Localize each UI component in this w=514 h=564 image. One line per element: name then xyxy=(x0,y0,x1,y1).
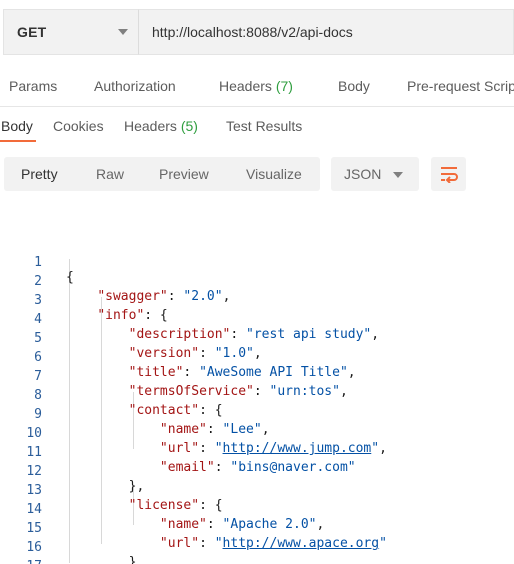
code-line: 14 "name": "Apache 2.0", xyxy=(0,487,514,532)
tab-headers-label: Headers xyxy=(219,78,272,94)
code-line: 1 { xyxy=(0,240,514,285)
format-label: JSON xyxy=(344,166,382,182)
view-pretty-button[interactable]: Pretty xyxy=(21,166,58,182)
code-line: 8 "contact": { xyxy=(0,373,514,418)
response-body-viewer[interactable]: 1 { 2 "swagger": "2.0", 3 "info": { 4 "d… xyxy=(0,240,514,564)
request-bar: GET http://localhost:8088/v2/api-docs xyxy=(3,9,514,55)
wrap-lines-icon xyxy=(440,167,458,183)
tab-headers[interactable]: Headers (7) xyxy=(219,78,293,94)
view-visualize-button[interactable]: Visualize xyxy=(246,166,302,182)
code-line: 2 "swagger": "2.0", xyxy=(0,259,514,304)
active-tab-indicator xyxy=(0,140,36,142)
tab-prerequest-script[interactable]: Pre-request Script xyxy=(407,78,514,94)
code-line: 17 }, xyxy=(0,544,514,564)
method-label: GET xyxy=(17,24,47,40)
code-line: 11 "email": "bins@naver.com" xyxy=(0,430,514,475)
code-line: 10 "url": "http://www.jump.com", xyxy=(0,411,514,456)
format-dropdown[interactable]: JSON xyxy=(331,157,419,191)
code-line: 12 }, xyxy=(0,449,514,494)
tab-params[interactable]: Params xyxy=(9,78,57,94)
code-line: 16 } xyxy=(0,525,514,564)
view-mode-group: Pretty Raw Preview Visualize xyxy=(4,157,320,191)
code-line: 7 "termsOfService": "urn:tos", xyxy=(0,354,514,399)
code-line: 15 "url": "http://www.apace.org" xyxy=(0,506,514,551)
chevron-down-icon xyxy=(118,29,128,35)
response-tab-test-results[interactable]: Test Results xyxy=(226,118,302,134)
response-tab-cookies[interactable]: Cookies xyxy=(53,118,104,134)
line-number: 17 xyxy=(0,559,42,564)
tab-body[interactable]: Body xyxy=(338,78,370,94)
headers-count-badge: (7) xyxy=(275,78,293,94)
response-headers-count-badge: (5) xyxy=(180,118,198,134)
code-line: 3 "info": { xyxy=(0,278,514,323)
code-line: 9 "name": "Lee", xyxy=(0,392,514,437)
chevron-down-icon xyxy=(393,172,403,178)
code-line: 6 "title": "AweSome API Title", xyxy=(0,335,514,380)
tabs-divider xyxy=(0,106,514,107)
response-tab-headers-label: Headers xyxy=(124,118,177,134)
tab-authorization[interactable]: Authorization xyxy=(94,78,176,94)
wrap-lines-button[interactable] xyxy=(431,157,466,191)
url-input[interactable]: http://localhost:8088/v2/api-docs xyxy=(138,9,514,55)
view-raw-button[interactable]: Raw xyxy=(96,166,124,182)
request-tabs: Params Authorization Headers (7) Body Pr… xyxy=(0,72,514,106)
response-tab-body[interactable]: Body xyxy=(1,118,33,134)
view-preview-button[interactable]: Preview xyxy=(159,166,209,182)
method-dropdown[interactable]: GET xyxy=(3,9,138,55)
code-line: 13 "license": { xyxy=(0,468,514,513)
code-line: 5 "version": "1.0", xyxy=(0,316,514,361)
code-line: 4 "description": "rest api study", xyxy=(0,297,514,342)
response-tab-headers[interactable]: Headers (5) xyxy=(124,118,198,134)
response-tabs: Body Cookies Headers (5) Test Results xyxy=(0,110,514,142)
